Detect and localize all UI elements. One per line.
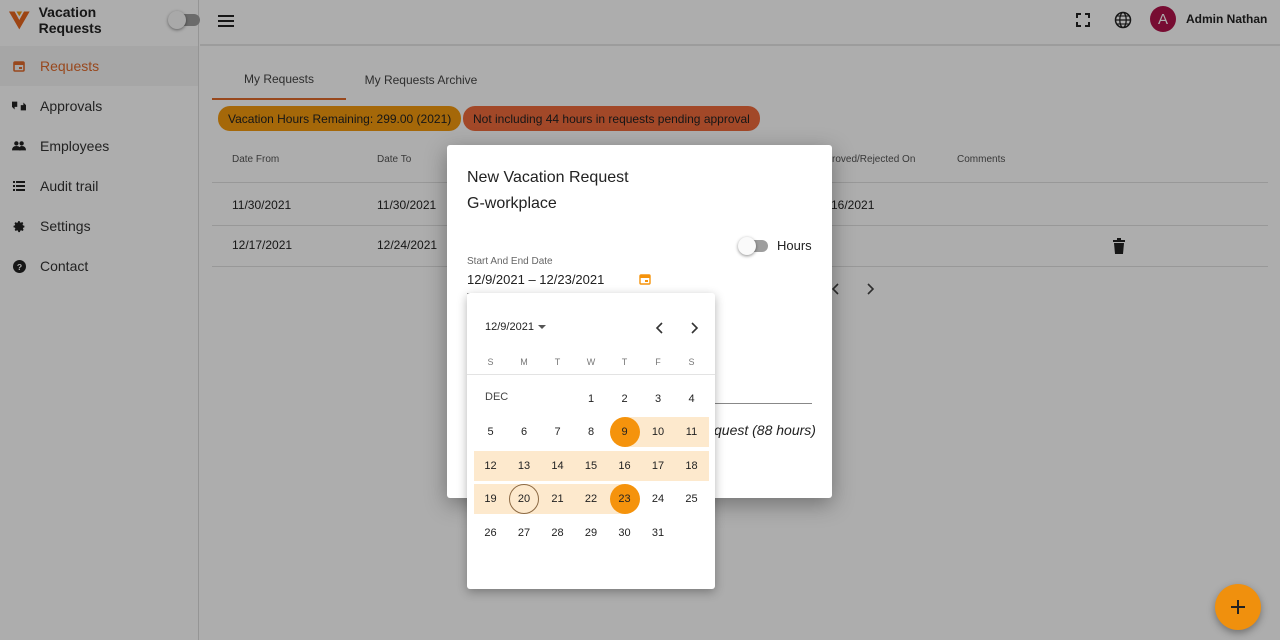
calendar-day[interactable]: 17 [642,451,675,481]
date-range-input[interactable]: 12/9/2021 – 12/23/2021 [467,272,655,294]
request-hours-summary: quest (88 hours) [714,422,816,438]
period-selector[interactable]: 12/9/2021 [485,321,546,333]
dialog-subtitle: G-workplace [467,195,557,212]
previous-month-icon[interactable] [654,322,666,334]
calendar-day[interactable]: 7 [541,417,574,447]
calendar-day[interactable]: 23 [608,484,641,514]
calendar-day[interactable]: 12 [474,451,507,481]
weekday-label: S [487,357,494,367]
hours-label: Hours [777,238,812,253]
calendar-day[interactable]: 5 [474,417,507,447]
calendar-day[interactable]: 4 [675,384,708,414]
calendar-day[interactable]: 27 [508,518,541,548]
add-request-button[interactable] [1215,584,1261,630]
date-picker-calendar: 12/9/2021 SMTWTFS DEC 1 2 3 4 5 6 7 8 9 10 11 12 13 1… [467,293,715,589]
date-range-label: Start And End Date [467,256,553,267]
weekday-header: SMTWTFS [474,357,708,369]
calendar-day[interactable]: 22 [575,484,608,514]
plus-icon [1231,600,1245,614]
calendar-day[interactable]: 24 [642,484,675,514]
field-underline [715,403,812,404]
calendar-day[interactable]: 8 [575,417,608,447]
calendar-day[interactable]: 10 [642,417,675,447]
period-label: 12/9/2021 [485,321,534,333]
calendar-day[interactable]: 28 [541,518,574,548]
chevron-down-icon [537,325,546,329]
calendar-day[interactable]: 2 [608,384,641,414]
weekday-label: M [520,357,528,367]
calendar-day[interactable]: 26 [474,518,507,548]
calendar-day[interactable]: 13 [508,451,541,481]
calendar-day[interactable]: 3 [642,384,675,414]
calendar-day[interactable]: 9 [608,417,641,447]
calendar-day[interactable]: 1 [575,384,608,414]
calendar-day[interactable]: 11 [675,417,708,447]
calendar-day[interactable]: 30 [608,518,641,548]
calendar-day[interactable]: 16 [608,451,641,481]
calendar-day[interactable]: 31 [642,518,675,548]
calendar-day[interactable]: 6 [508,417,541,447]
month-label: DEC [485,391,509,403]
calendar-day[interactable]: 29 [575,518,608,548]
next-month-icon[interactable] [688,322,700,334]
calendar-icon[interactable] [639,273,651,285]
calendar-day[interactable]: 21 [541,484,574,514]
weekday-label: F [655,357,661,367]
weekday-label: T [621,357,628,367]
calendar-day[interactable]: 18 [675,451,708,481]
hours-toggle[interactable] [738,236,768,255]
calendar-divider [467,374,715,375]
calendar-day[interactable]: 20 [508,484,541,514]
dialog-title: New Vacation Request [467,169,629,186]
weekday-label: T [554,357,561,367]
calendar-day[interactable]: 14 [541,451,574,481]
calendar-day[interactable]: 25 [675,484,708,514]
hours-toggle-group: Hours [738,236,812,255]
calendar-day[interactable]: 15 [575,451,608,481]
weekday-label: S [688,357,695,367]
calendar-day[interactable]: 19 [474,484,507,514]
weekday-label: W [586,357,596,367]
